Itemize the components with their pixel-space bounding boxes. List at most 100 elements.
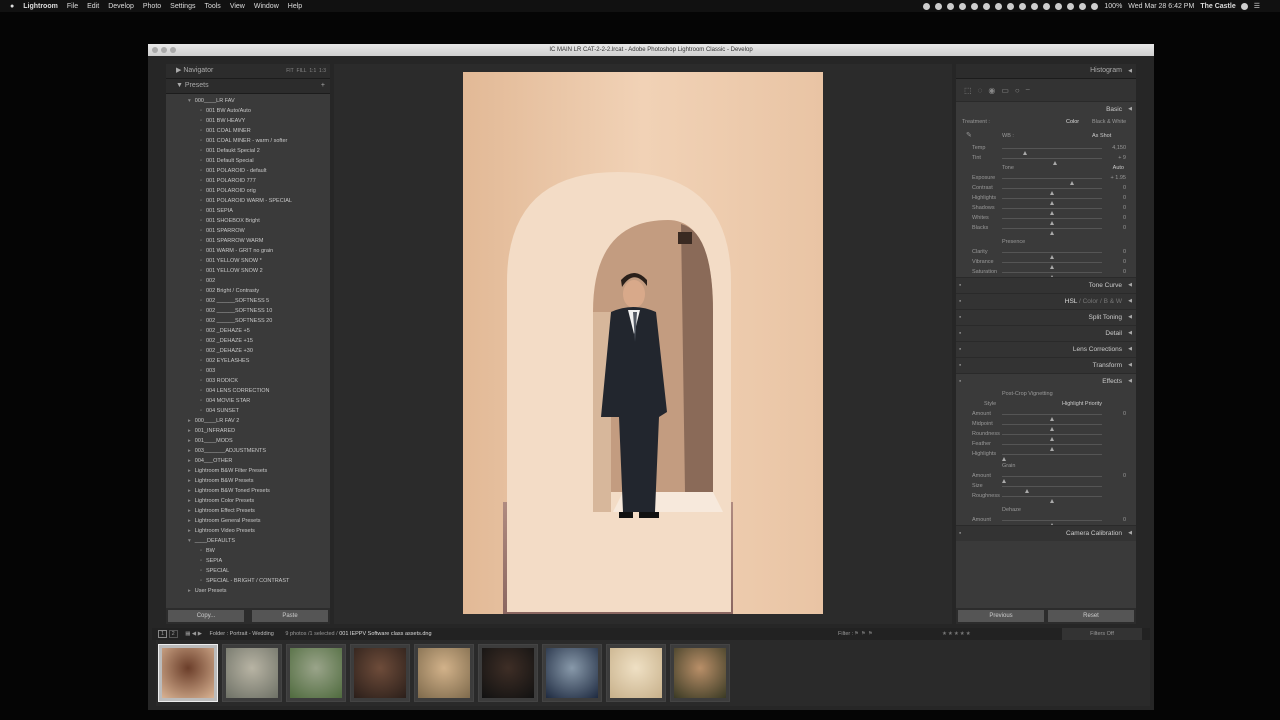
- preset-folder[interactable]: ▸ Lightroom B&W Presets: [166, 476, 330, 486]
- panel-switch-icon[interactable]: ▪: [959, 358, 961, 373]
- status-icon[interactable]: [995, 2, 1003, 10]
- navigator-header[interactable]: ▶ Navigator FIT FILL 1:1 1:3: [166, 64, 330, 79]
- transform-section-header[interactable]: ▪ Transform: [956, 357, 1136, 373]
- preset-folder[interactable]: ▾ 000____LR FAV: [166, 96, 330, 106]
- status-icon[interactable]: [959, 2, 967, 10]
- menu-window[interactable]: Window: [254, 3, 279, 10]
- folder-expanded-icon[interactable]: ▾: [188, 538, 191, 544]
- menu-develop[interactable]: Develop: [108, 3, 134, 10]
- wifi-icon[interactable]: [1091, 2, 1099, 10]
- slider-value[interactable]: 0: [1123, 259, 1126, 265]
- clock[interactable]: Wed Mar 28 6:42 PM: [1128, 3, 1194, 10]
- folder-collapsed-icon[interactable]: ▸: [188, 418, 191, 424]
- preset-item[interactable]: ▫ 001 Defaukt Special 2: [166, 146, 330, 156]
- filmstrip-thumbnail[interactable]: [222, 644, 282, 702]
- preset-item[interactable]: ▫ 004 MOVIE STAR: [166, 396, 330, 406]
- preset-folder[interactable]: ▸ Lightroom Color Presets: [166, 496, 330, 506]
- folder-expanded-icon[interactable]: ▾: [188, 98, 191, 104]
- detail-section-header[interactable]: ▪ Detail: [956, 325, 1136, 341]
- slider-track[interactable]: [1002, 228, 1102, 235]
- menu-photo[interactable]: Photo: [143, 3, 161, 10]
- slider-value[interactable]: 0: [1123, 205, 1126, 211]
- presets-header[interactable]: ▼ Presets +: [166, 79, 330, 94]
- slider-value[interactable]: 0: [1123, 517, 1126, 523]
- copy-button[interactable]: Copy...: [168, 610, 244, 622]
- status-icon[interactable]: [1019, 2, 1027, 10]
- folder-collapsed-icon[interactable]: ▸: [188, 438, 191, 444]
- slider-value[interactable]: 0: [1123, 473, 1126, 479]
- bw-tab[interactable]: B & W: [1104, 298, 1122, 305]
- preset-item[interactable]: ▫ SEPIA: [166, 556, 330, 566]
- menu-tools[interactable]: Tools: [204, 3, 220, 10]
- close-window-button[interactable]: [152, 47, 158, 53]
- preset-item[interactable]: ▫ 001 POLAROID WARM - SPECIAL: [166, 196, 330, 206]
- preset-folder[interactable]: ▸ 004___OTHER: [166, 456, 330, 466]
- preset-item[interactable]: ▫ 001 SHOEBOX Bright: [166, 216, 330, 226]
- crop-tool-icon[interactable]: ⬚: [964, 86, 972, 95]
- hsl-tab[interactable]: HSL: [1065, 298, 1077, 305]
- panel-switch-icon[interactable]: ▪: [959, 374, 961, 389]
- panel-switch-icon[interactable]: ▪: [959, 310, 961, 325]
- zoom-window-button[interactable]: [170, 47, 176, 53]
- navigator-zoom-options[interactable]: FIT FILL 1:1 1:3: [286, 64, 326, 78]
- menu-file[interactable]: File: [67, 3, 78, 10]
- slider-track[interactable]: [1002, 198, 1102, 205]
- lens-corrections-section-header[interactable]: ▪ Lens Corrections: [956, 341, 1136, 357]
- slider-thumb[interactable]: [1002, 457, 1006, 461]
- panel-switch-icon[interactable]: ▪: [959, 278, 961, 293]
- wb-dropdown[interactable]: As Shot: [1092, 133, 1111, 139]
- folder-collapsed-icon[interactable]: ▸: [188, 448, 191, 454]
- zoom-1-1[interactable]: 1:1: [309, 68, 316, 74]
- user-name[interactable]: The Castle: [1200, 3, 1235, 10]
- split-toning-section-header[interactable]: ▪ Split Toning: [956, 309, 1136, 325]
- slider-track[interactable]: [1002, 262, 1102, 269]
- preset-item[interactable]: ▫ 001 SEPIA: [166, 206, 330, 216]
- preset-folder[interactable]: ▸ Lightroom B&W Toned Presets: [166, 486, 330, 496]
- menu-lightroom[interactable]: Lightroom: [23, 3, 58, 10]
- notification-center-icon[interactable]: ☰: [1254, 2, 1260, 10]
- status-icon[interactable]: [983, 2, 991, 10]
- page-1-button[interactable]: 1: [158, 630, 168, 638]
- status-icon[interactable]: [935, 2, 943, 10]
- preset-item[interactable]: ▫ 002 _DEHAZE +5: [166, 326, 330, 336]
- preset-item[interactable]: ▫ 002 Bright / Contrasty: [166, 286, 330, 296]
- slider-value[interactable]: 0: [1123, 249, 1126, 255]
- radial-filter-icon[interactable]: ○: [1015, 86, 1020, 95]
- slider-value[interactable]: + 1.95: [1111, 175, 1126, 181]
- zoom-fit[interactable]: FIT: [286, 68, 294, 74]
- tone-auto-button[interactable]: Auto: [1113, 163, 1124, 173]
- effects-section-header[interactable]: ▪ Effects: [956, 373, 1136, 389]
- menu-settings[interactable]: Settings: [170, 3, 195, 10]
- back-arrow-icon[interactable]: ◀: [192, 631, 196, 637]
- slider-track[interactable]: [1002, 272, 1102, 279]
- slider-value[interactable]: 0: [1123, 225, 1126, 231]
- slider-track[interactable]: [1002, 414, 1102, 421]
- slider-value[interactable]: 4,150: [1112, 145, 1126, 151]
- preset-item[interactable]: ▫ 001 SPARROW WARM: [166, 236, 330, 246]
- status-icon[interactable]: [1067, 2, 1075, 10]
- menu-help[interactable]: Help: [288, 3, 302, 10]
- preset-item[interactable]: ▫ 002 _DEHAZE +15: [166, 336, 330, 346]
- preset-folder[interactable]: ▸ Lightroom Effect Presets: [166, 506, 330, 516]
- add-preset-button[interactable]: +: [321, 79, 325, 93]
- preset-item[interactable]: ▫ 002: [166, 276, 330, 286]
- forward-arrow-icon[interactable]: ▶: [198, 631, 202, 637]
- preset-folder[interactable]: ▸ 001_INFRARED: [166, 426, 330, 436]
- filmstrip-thumbnail[interactable]: [606, 644, 666, 702]
- hsl-section-header[interactable]: ▪ HSL / Color / B & W: [956, 293, 1136, 309]
- preset-folder[interactable]: ▸ Lightroom General Presets: [166, 516, 330, 526]
- slider-track[interactable]: [1002, 178, 1102, 185]
- slider-track[interactable]: [1002, 148, 1102, 155]
- main-photo[interactable]: [463, 72, 823, 614]
- menu-view[interactable]: View: [230, 3, 245, 10]
- preset-item[interactable]: ▫ 002 _DEHAZE +30: [166, 346, 330, 356]
- folder-collapsed-icon[interactable]: ▸: [188, 428, 191, 434]
- preset-item[interactable]: ▫ 002 ______SOFTNESS 5: [166, 296, 330, 306]
- minimize-window-button[interactable]: [161, 47, 167, 53]
- preset-item[interactable]: ▫ 001 POLAROID 777: [166, 176, 330, 186]
- preset-item[interactable]: ▫ 001 POLAROID - default: [166, 166, 330, 176]
- folder-collapsed-icon[interactable]: ▸: [188, 528, 191, 534]
- color-tab[interactable]: Color: [1083, 298, 1099, 305]
- preset-item[interactable]: ▫ 002 ______SOFTNESS 20: [166, 316, 330, 326]
- basic-section-header[interactable]: Basic: [956, 101, 1136, 117]
